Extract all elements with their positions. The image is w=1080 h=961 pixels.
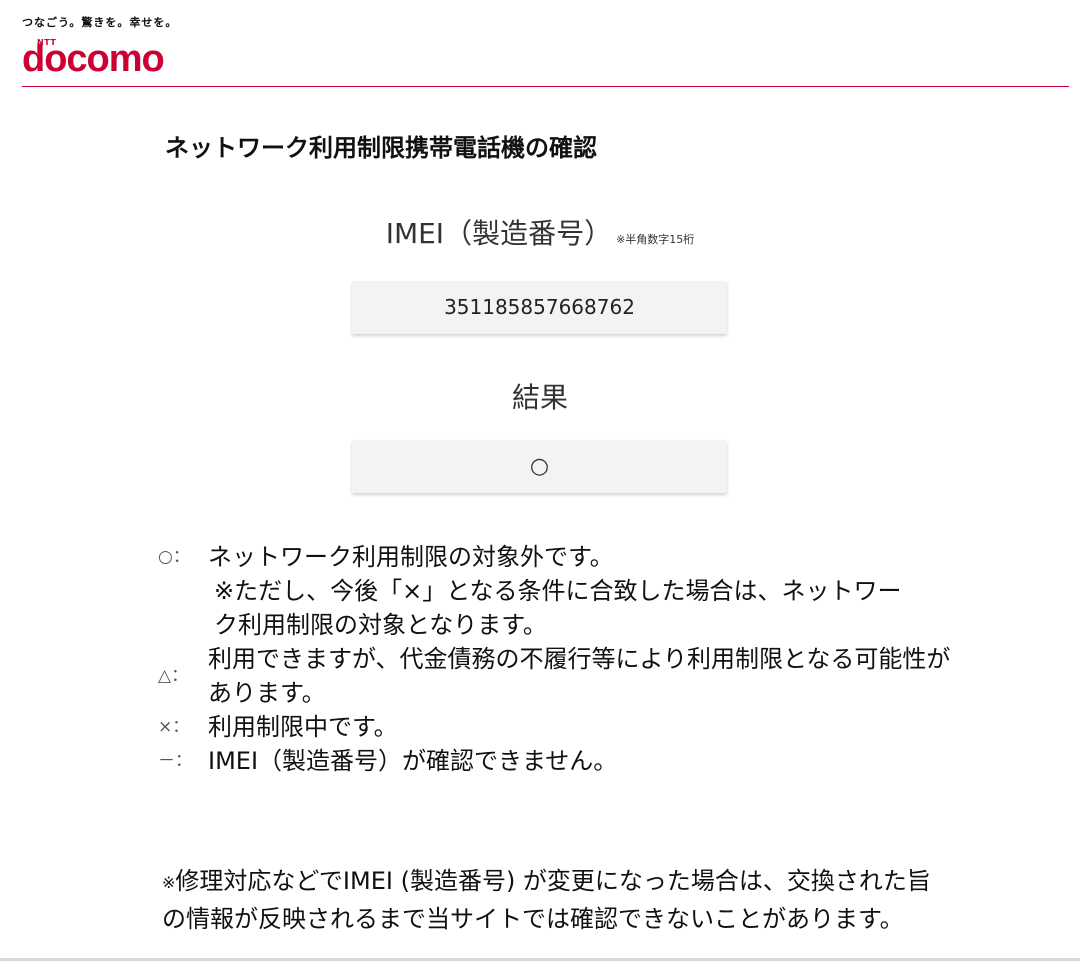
docomo-logo[interactable]: NTT docomo bbox=[22, 38, 184, 78]
brand-tagline: つなごう。驚きを。幸せを。 bbox=[22, 16, 178, 29]
footnote-text: 修理対応などでIMEI (製造番号) が変更になった場合は、交換された旨の情報が… bbox=[162, 867, 931, 933]
legend-item-circle: ○： ネットワーク利用制限の対象外です。 ※ただし、今後「×」となる条件に合致し… bbox=[158, 540, 958, 642]
result-label: 結果 bbox=[511, 381, 568, 414]
legend-text: 利用できますが、代金債務の不履行等により利用制限となる可能性があります。 bbox=[208, 645, 951, 707]
footnote-mark: ※ bbox=[162, 873, 176, 892]
legend-text: ネットワーク利用制限の対象外です。 bbox=[208, 543, 614, 571]
logo-wordmark: docomo bbox=[22, 38, 165, 80]
footnote: ※修理対応などでIMEI (製造番号) が変更になった場合は、交換された旨の情報… bbox=[162, 862, 942, 938]
legend-symbol: △： bbox=[158, 666, 189, 686]
legend-subnote: ※ただし、今後「×」となる条件に合致した場合は、ネットワーク利用制限の対象となり… bbox=[214, 577, 902, 639]
page-title: ネットワーク利用制限携帯電話機の確認 bbox=[165, 134, 597, 162]
legend-symbol: ○： bbox=[158, 547, 190, 567]
site-header: つなごう。驚きを。幸せを。 NTT docomo bbox=[22, 0, 1069, 87]
legend-symbol: －： bbox=[158, 751, 192, 771]
imei-label-text: IMEI（製造番号） bbox=[385, 217, 613, 250]
imei-field: 351185857668762 bbox=[352, 281, 727, 334]
result-legend: ○： ネットワーク利用制限の対象外です。 ※ただし、今後「×」となる条件に合致し… bbox=[158, 540, 958, 778]
legend-symbol: ×： bbox=[158, 717, 190, 737]
imei-label: IMEI（製造番号） ※半角数字15桁 bbox=[0, 212, 1080, 252]
imei-format-note: ※半角数字15桁 bbox=[616, 233, 695, 246]
legend-text: IMEI（製造番号）が確認できません。 bbox=[208, 747, 618, 775]
legend-item-cross: ×： 利用制限中です。 bbox=[158, 710, 958, 744]
result-field: ○ bbox=[352, 440, 727, 493]
legend-item-dash: －： IMEI（製造番号）が確認できません。 bbox=[158, 744, 958, 778]
legend-text: 利用制限中です。 bbox=[208, 713, 398, 741]
legend-item-triangle: △： 利用できますが、代金債務の不履行等により利用制限となる可能性があります。 bbox=[158, 642, 958, 710]
